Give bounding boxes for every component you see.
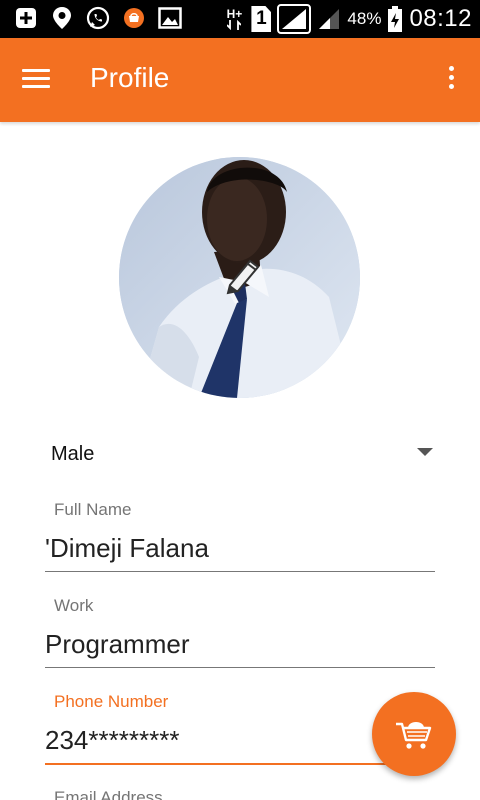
email-field: Email Address (45, 788, 435, 800)
gender-dropdown[interactable]: Male (45, 428, 435, 478)
work-field: Work (45, 596, 435, 670)
phone-label: Phone Number (54, 692, 169, 711)
work-underline (45, 667, 435, 668)
battery-percentage: 48% (347, 9, 382, 28)
email-label: Email Address (54, 788, 163, 800)
work-label: Work (54, 596, 94, 615)
work-input[interactable] (45, 624, 435, 664)
full-name-label: Full Name (54, 500, 132, 519)
page-title: Profile (90, 62, 170, 93)
system-status: H+ 1 48% 08:12 (223, 2, 472, 36)
location-icon (50, 6, 74, 30)
gender-value: Male (51, 443, 95, 465)
add-box-icon (14, 6, 38, 30)
clock: 08:12 (409, 5, 472, 32)
sim-slot-text: 1 (256, 8, 267, 29)
signal-icon (277, 4, 312, 34)
network-type-icon: H+ (223, 7, 245, 31)
status-bar: H+ 1 48% 08:12 (0, 0, 480, 38)
whatsapp-icon (86, 6, 110, 30)
phone-underline (45, 763, 435, 765)
overflow-menu-icon[interactable] (444, 62, 458, 98)
notification-icons (14, 6, 182, 30)
full-name-input[interactable] (45, 528, 435, 568)
menu-icon[interactable] (22, 64, 62, 96)
cart-button[interactable] (372, 692, 456, 776)
image-icon (158, 6, 182, 30)
full-name-field: Full Name (45, 500, 435, 574)
sim-icon: 1 (251, 6, 272, 32)
full-name-underline (45, 571, 435, 572)
battery-charging-icon (387, 6, 403, 32)
network-type-text: H+ (226, 7, 243, 21)
cart-icon (396, 722, 432, 749)
signal-2-icon (317, 7, 341, 31)
app-notification-icon (122, 6, 146, 30)
dropdown-arrow-icon (417, 448, 433, 456)
edit-photo-icon[interactable] (222, 255, 262, 295)
app-bar: Profile (0, 38, 480, 122)
